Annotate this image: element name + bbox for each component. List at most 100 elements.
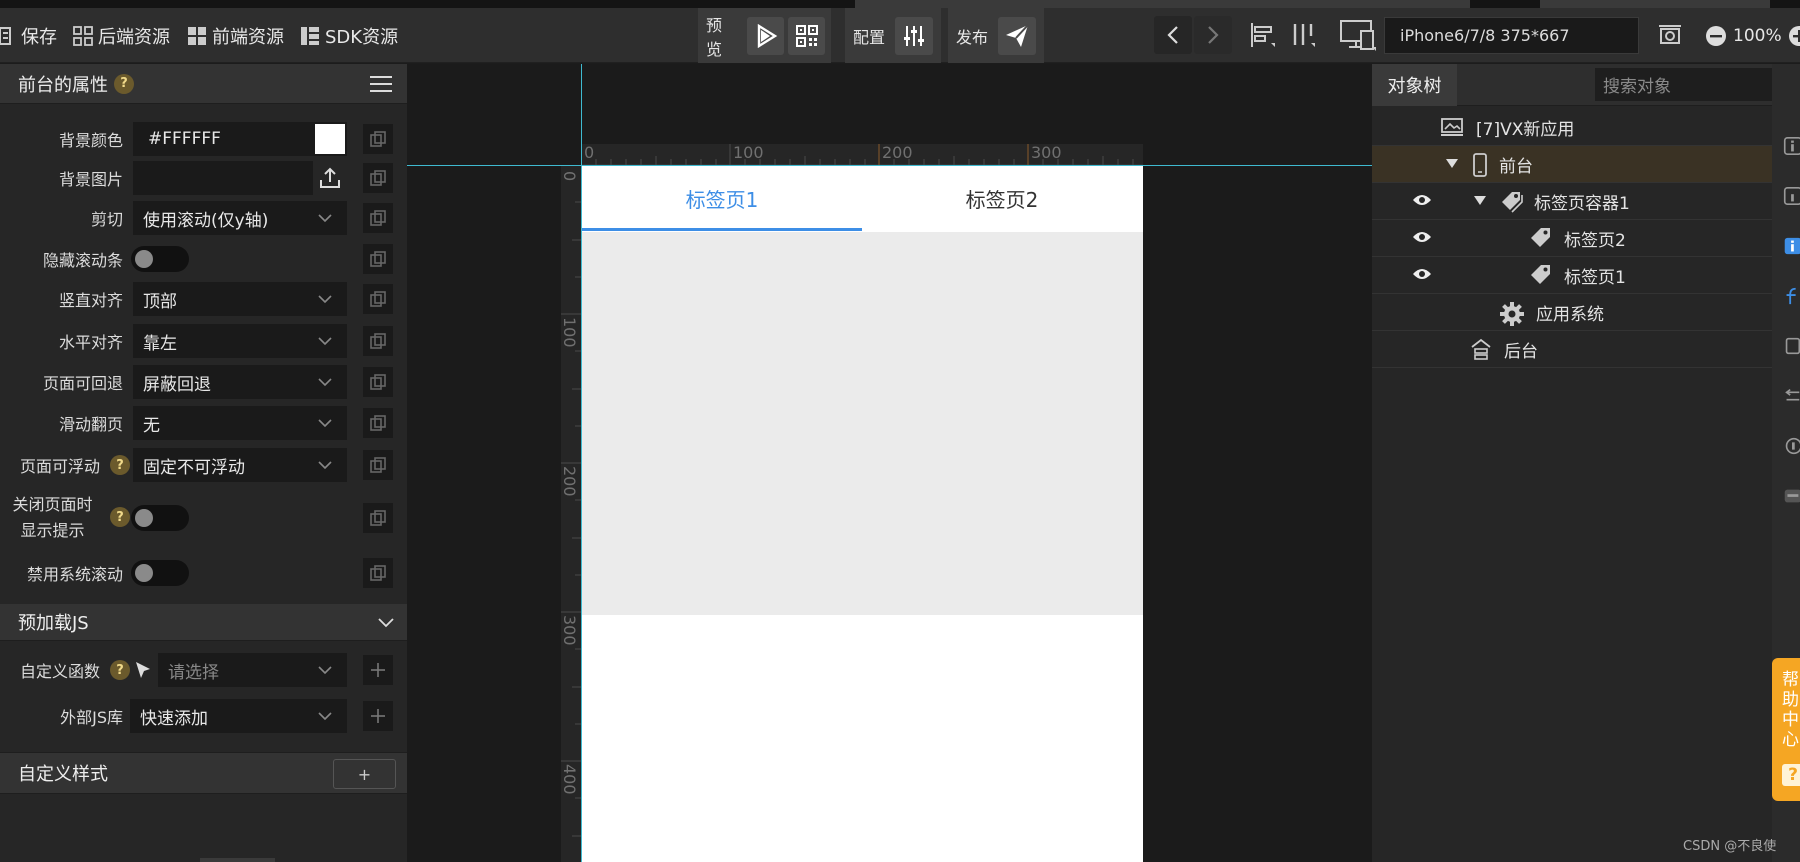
tree-node-tab-1[interactable]: 标签页1 — [1372, 257, 1772, 294]
function-icon[interactable] — [1782, 286, 1800, 306]
bind-button[interactable] — [363, 367, 393, 397]
external-js-select[interactable]: 快速添加 — [130, 699, 347, 733]
bg-color-input[interactable]: #FFFFFF — [133, 122, 347, 156]
prop-label: 剪切 — [90, 210, 123, 229]
help-icon[interactable]: ? — [110, 507, 130, 527]
tab-object-tree[interactable]: 对象树 — [1372, 64, 1457, 106]
add-js-button[interactable] — [363, 701, 393, 731]
help-center-char: 心 — [1782, 730, 1799, 750]
tree-node-tab-2[interactable]: 标签页2 — [1372, 220, 1772, 257]
search-input[interactable]: 搜索对象 — [1595, 68, 1772, 101]
zoom-in-button[interactable] — [1788, 25, 1800, 47]
play-icon — [757, 23, 777, 48]
bind-button[interactable] — [363, 163, 393, 193]
menu-icon[interactable] — [370, 76, 392, 92]
object-tree-panel: 对象树 搜索对象 [7]VX新应用 前台 标签页容器1 标签页2 标签页1 应用… — [1372, 64, 1772, 862]
config-label: 配置 — [853, 27, 886, 47]
eye-icon[interactable] — [1412, 267, 1432, 281]
tree-node-app-system[interactable]: 应用系统 — [1372, 294, 1772, 331]
frontend-resources-button[interactable]: 前端资源 — [187, 8, 284, 63]
bg-image-input[interactable] — [133, 161, 347, 195]
device-switch-button[interactable] — [1336, 16, 1380, 54]
tree-node-backend[interactable]: 后台 — [1372, 331, 1772, 368]
add-func-button[interactable] — [363, 655, 393, 685]
swipe-select[interactable]: 无 — [133, 406, 347, 440]
scroll-indicator[interactable] — [200, 858, 275, 862]
bind-button[interactable] — [363, 244, 393, 274]
tree-node-app[interactable]: [7]VX新应用 — [1372, 109, 1772, 146]
help-icon[interactable]: ? — [114, 73, 134, 94]
info-outline-icon[interactable] — [1782, 186, 1800, 206]
close-tip-toggle[interactable] — [131, 505, 189, 531]
distribute-button[interactable] — [1284, 16, 1322, 54]
preview-button[interactable] — [747, 16, 785, 55]
eye-icon[interactable] — [1412, 193, 1432, 207]
help-center-button[interactable]: 帮 助 中 心 ? — [1772, 658, 1800, 801]
tree-node-frontend[interactable]: 前台 — [1372, 146, 1772, 183]
help-icon[interactable]: ? — [110, 660, 130, 680]
bind-button[interactable] — [363, 124, 393, 154]
color-swatch[interactable] — [313, 122, 347, 156]
align-left-button[interactable] — [1244, 16, 1282, 54]
tab-page-2[interactable]: 标签页2 — [862, 166, 1142, 231]
zoom-control: 100% — [1705, 8, 1800, 63]
publish-button[interactable] — [998, 16, 1037, 55]
component-icon[interactable] — [1782, 336, 1800, 356]
prop-label: 禁用系统滚动 — [26, 565, 123, 584]
back-select[interactable]: 屏蔽回退 — [133, 365, 347, 399]
help-icon[interactable]: ? — [110, 455, 130, 475]
clip-select[interactable]: 使用滚动(仅y轴) — [133, 201, 347, 235]
chevron-down-icon — [378, 618, 394, 628]
info-icon[interactable] — [1782, 136, 1800, 156]
zoom-out-button[interactable] — [1705, 25, 1727, 47]
halign-select[interactable]: 靠左 — [133, 324, 347, 358]
sdk-resources-button[interactable]: SDK资源 — [300, 8, 398, 63]
bind-button[interactable] — [363, 558, 393, 588]
bind-button[interactable] — [363, 408, 393, 438]
bind-button[interactable] — [363, 503, 393, 533]
device-select[interactable]: iPhone6/7/8 375*667 — [1384, 17, 1639, 54]
question-icon: ? — [1782, 764, 1800, 786]
tree-node-tab-container[interactable]: 标签页容器1 — [1372, 183, 1772, 220]
copy-icon — [370, 510, 386, 526]
upload-icon — [320, 167, 340, 188]
screenshot-button[interactable] — [1651, 16, 1689, 54]
save-button[interactable]: 保存 — [0, 8, 57, 63]
upload-button[interactable] — [313, 161, 347, 195]
info-blue-icon[interactable] — [1782, 236, 1800, 256]
bind-button[interactable] — [363, 284, 393, 314]
custom-func-select[interactable]: 请选择 — [158, 653, 347, 687]
bind-button[interactable] — [363, 326, 393, 356]
undo-button[interactable] — [1154, 16, 1192, 54]
caret-down-icon[interactable] — [1446, 159, 1458, 169]
tab-page-1[interactable]: 标签页1 — [582, 166, 862, 231]
qrcode-button[interactable] — [788, 16, 825, 55]
redo-button[interactable] — [1194, 16, 1232, 54]
bind-button[interactable] — [363, 450, 393, 480]
backend-resources-button[interactable]: 后端资源 — [73, 8, 170, 63]
ruler-label: 0 — [560, 171, 579, 182]
preload-js-header[interactable]: 预加载JS — [0, 604, 407, 641]
valign-select[interactable]: 顶部 — [133, 282, 347, 316]
disable-scroll-toggle[interactable] — [131, 560, 189, 586]
cursor-icon[interactable] — [134, 660, 152, 680]
bind-button[interactable] — [363, 203, 393, 233]
layer-icon[interactable] — [1782, 436, 1800, 456]
add-style-button[interactable]: + — [333, 759, 396, 789]
hide-scrollbar-toggle[interactable] — [131, 246, 189, 272]
swap-icon[interactable] — [1782, 386, 1800, 406]
prop-custom-func: 自定义函数 ? 请选择 — [0, 653, 407, 687]
device-value: iPhone6/7/8 375*667 — [1400, 26, 1570, 45]
prop-valign: 竖直对齐 顶部 — [0, 282, 407, 316]
copy-icon — [370, 131, 386, 147]
sdk-badge-icon[interactable] — [1782, 486, 1800, 506]
tab-content[interactable] — [582, 232, 1143, 615]
prop-clip: 剪切 使用滚动(仅y轴) — [0, 201, 407, 235]
config-button[interactable] — [895, 16, 934, 55]
copy-icon — [370, 210, 386, 226]
phone-preview[interactable]: 标签页1 标签页2 — [582, 166, 1143, 862]
prop-label: 显示提示 — [20, 521, 85, 540]
caret-down-icon[interactable] — [1474, 196, 1486, 206]
float-select[interactable]: 固定不可浮动 — [133, 448, 347, 482]
eye-icon[interactable] — [1412, 230, 1432, 244]
